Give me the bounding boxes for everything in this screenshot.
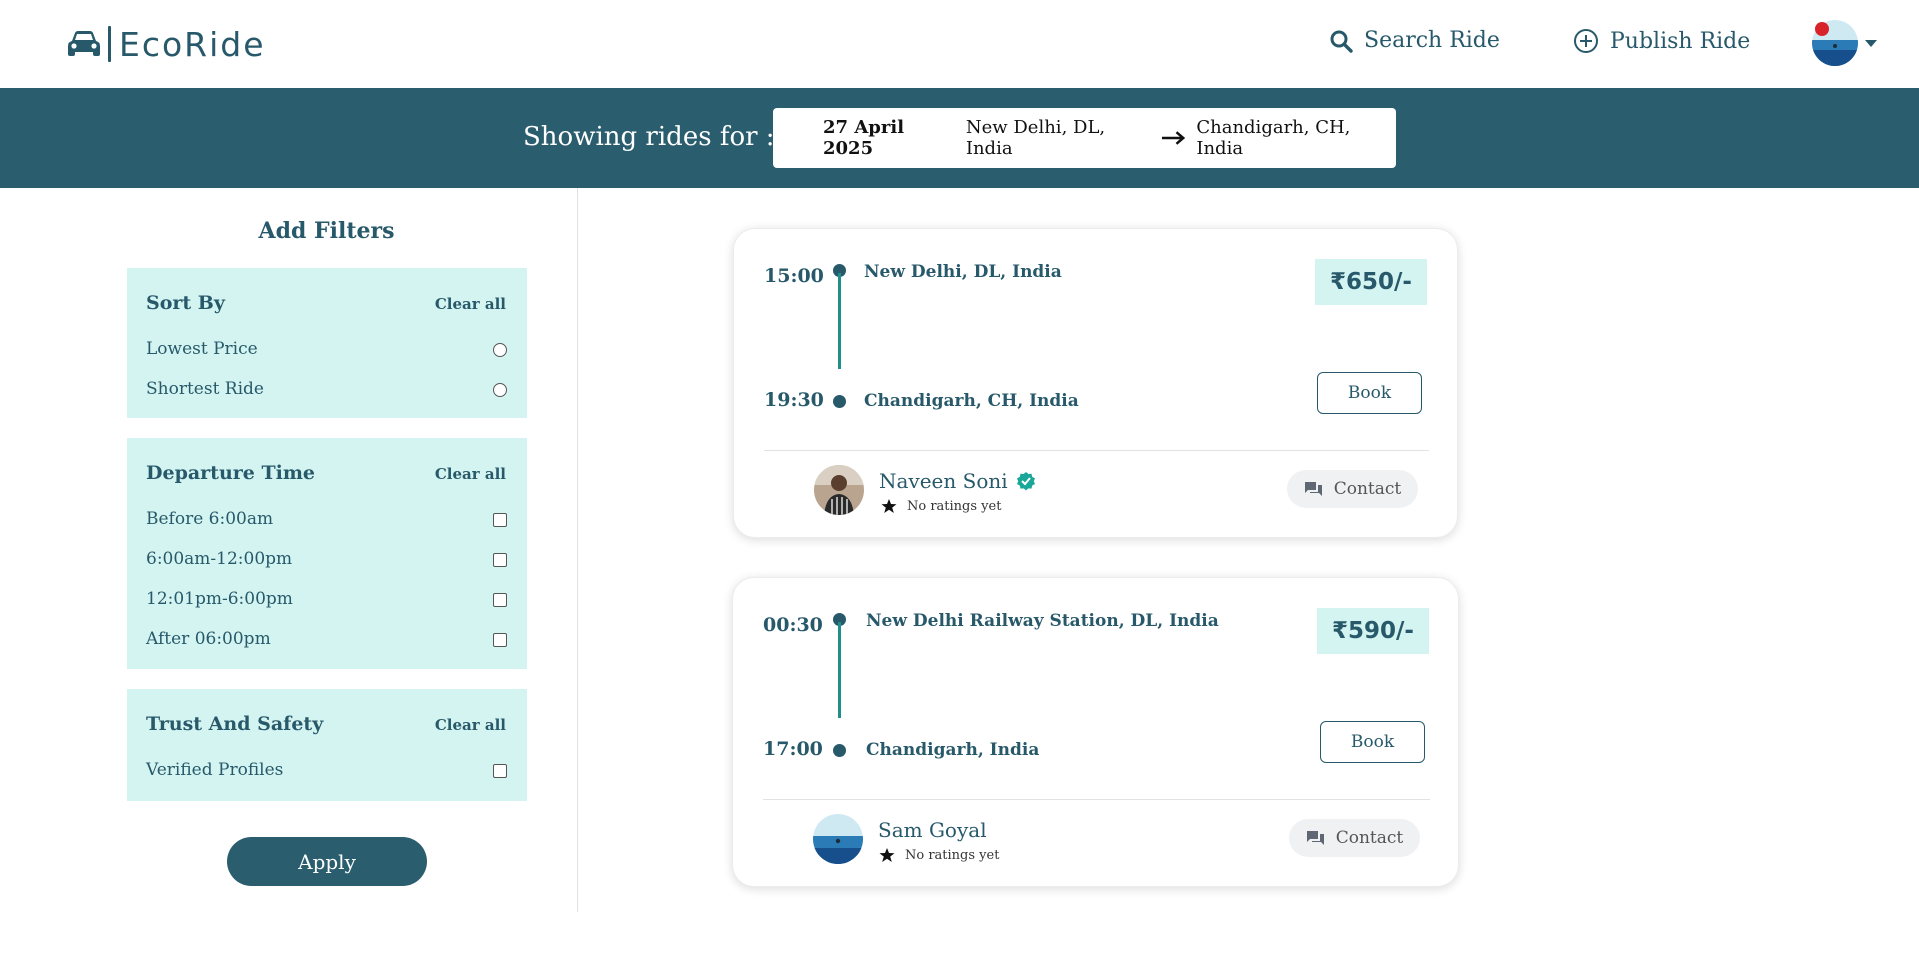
contact-button[interactable]: Contact [1289, 819, 1420, 857]
book-button[interactable]: Book [1320, 721, 1425, 763]
departure-option-after-6pm[interactable]: After 06:00pm [146, 629, 507, 649]
ride-card[interactable]: 15:00 19:30 New Delhi, DL, India Chandig… [733, 228, 1458, 538]
option-label: Lowest Price [146, 339, 258, 359]
option-label: 12:01pm-6:00pm [146, 589, 293, 609]
rupee-symbol: ₹ [1330, 269, 1347, 295]
route-line [838, 622, 841, 718]
departure-time: 15:00 [764, 265, 824, 287]
arrow-right-icon [1162, 131, 1186, 145]
search-date: 27 April 2025 [823, 117, 905, 159]
card-divider [763, 799, 1430, 800]
after-6pm-checkbox[interactable] [493, 633, 507, 647]
departure-time-group: Departure Time Clear all Before 6:00am 6… [127, 438, 527, 669]
sort-by-group: Sort By Clear all Lowest Price Shortest … [127, 268, 527, 418]
star-icon [879, 848, 895, 862]
book-button[interactable]: Book [1317, 372, 1422, 414]
departure-place: New Delhi, DL, India [864, 262, 1062, 282]
top-navbar: EcoRide Search Ride Publish Ride [0, 0, 1919, 88]
price-value: 590/- [1348, 618, 1414, 644]
driver-name-text: Sam Goyal [878, 818, 987, 842]
chevron-down-icon [1865, 39, 1877, 47]
ride-price: ₹590/- [1317, 608, 1429, 654]
departure-time: 00:30 [763, 614, 823, 636]
driver-name[interactable]: Sam Goyal [878, 818, 987, 842]
departure-time-heading: Departure Time [146, 462, 316, 484]
notification-dot [1815, 22, 1829, 36]
driver-avatar[interactable] [814, 465, 864, 515]
sort-by-clear-button[interactable]: Clear all [435, 295, 506, 313]
driver-rating: No ratings yet [879, 847, 999, 863]
route-end-dot [833, 744, 846, 757]
sort-by-heading: Sort By [146, 292, 225, 314]
brand-name: EcoRide [119, 24, 266, 64]
search-ride-label: Search Ride [1364, 28, 1500, 53]
search-icon [1330, 30, 1353, 53]
departure-option-12pm-6pm[interactable]: 12:01pm-6:00pm [146, 589, 507, 609]
logo-divider [108, 26, 111, 62]
trust-safety-heading: Trust And Safety [146, 713, 324, 735]
verified-badge-icon [1016, 472, 1035, 491]
brand-logo[interactable]: EcoRide [66, 24, 266, 64]
price-value: 650/- [1346, 269, 1412, 295]
banner-label: Showing rides for : [523, 122, 775, 152]
trust-safety-clear-button[interactable]: Clear all [435, 716, 506, 734]
route-line [838, 273, 841, 369]
rupee-symbol: ₹ [1332, 618, 1349, 644]
driver-name[interactable]: Naveen Soni [879, 469, 1036, 493]
plus-circle-icon [1574, 29, 1598, 53]
option-label: After 06:00pm [146, 629, 271, 649]
driver-name-text: Naveen Soni [879, 469, 1008, 493]
option-label: Before 6:00am [146, 509, 274, 529]
12pm-6pm-checkbox[interactable] [493, 593, 507, 607]
chat-icon [1304, 481, 1322, 496]
verified-profiles-checkbox[interactable] [493, 764, 507, 778]
car-icon [68, 31, 100, 56]
driver-avatar[interactable] [813, 814, 863, 864]
search-ride-link[interactable]: Search Ride [1329, 28, 1500, 53]
option-label: Shortest Ride [146, 379, 264, 399]
departure-place: New Delhi Railway Station, DL, India [866, 611, 1219, 631]
trust-option-verified-profiles[interactable]: Verified Profiles [146, 760, 507, 780]
driver-rating: No ratings yet [881, 498, 1001, 514]
publish-ride-link[interactable]: Publish Ride [1573, 28, 1750, 54]
contact-label: Contact [1335, 828, 1404, 848]
filters-sidebar: Add Filters Sort By Clear all Lowest Pri… [0, 188, 578, 912]
before-6am-checkbox[interactable] [493, 513, 507, 527]
lowest-price-radio[interactable] [493, 343, 507, 357]
arrival-time: 17:00 [763, 738, 823, 760]
rating-text: No ratings yet [905, 847, 1000, 863]
sort-option-shortest-ride[interactable]: Shortest Ride [146, 379, 507, 399]
departure-option-before-6am[interactable]: Before 6:00am [146, 509, 507, 529]
contact-label: Contact [1333, 479, 1402, 499]
6am-12pm-checkbox[interactable] [493, 553, 507, 567]
search-from: New Delhi, DL, India [965, 117, 1106, 159]
option-label: Verified Profiles [146, 760, 284, 780]
publish-ride-label: Publish Ride [1610, 28, 1751, 54]
ride-price: ₹650/- [1315, 259, 1427, 305]
trust-safety-group: Trust And Safety Clear all Verified Prof… [127, 689, 527, 801]
arrival-time: 19:30 [764, 389, 824, 411]
option-label: 6:00am-12:00pm [146, 549, 293, 569]
star-icon [881, 499, 897, 513]
chat-icon [1306, 830, 1324, 845]
ride-card[interactable]: 00:30 17:00 New Delhi Railway Station, D… [732, 577, 1459, 887]
search-to: Chandigarh, CH, India [1196, 117, 1351, 159]
departure-time-clear-button[interactable]: Clear all [435, 465, 506, 483]
route-end-dot [833, 395, 846, 408]
filters-title: Add Filters [258, 218, 395, 244]
card-divider [764, 450, 1429, 451]
apply-filters-button[interactable]: Apply [227, 837, 427, 886]
search-summary-box[interactable]: 27 April 2025 New Delhi, DL, India Chand… [773, 108, 1396, 168]
search-summary-banner: Showing rides for : 27 April 2025 New De… [0, 88, 1919, 188]
departure-option-6am-12pm[interactable]: 6:00am-12:00pm [146, 549, 507, 569]
arrival-place: Chandigarh, CH, India [864, 391, 1079, 411]
shortest-ride-radio[interactable] [493, 383, 507, 397]
rating-text: No ratings yet [907, 498, 1002, 514]
sort-option-lowest-price[interactable]: Lowest Price [146, 339, 507, 359]
contact-button[interactable]: Contact [1287, 470, 1418, 508]
arrival-place: Chandigarh, India [866, 740, 1040, 760]
